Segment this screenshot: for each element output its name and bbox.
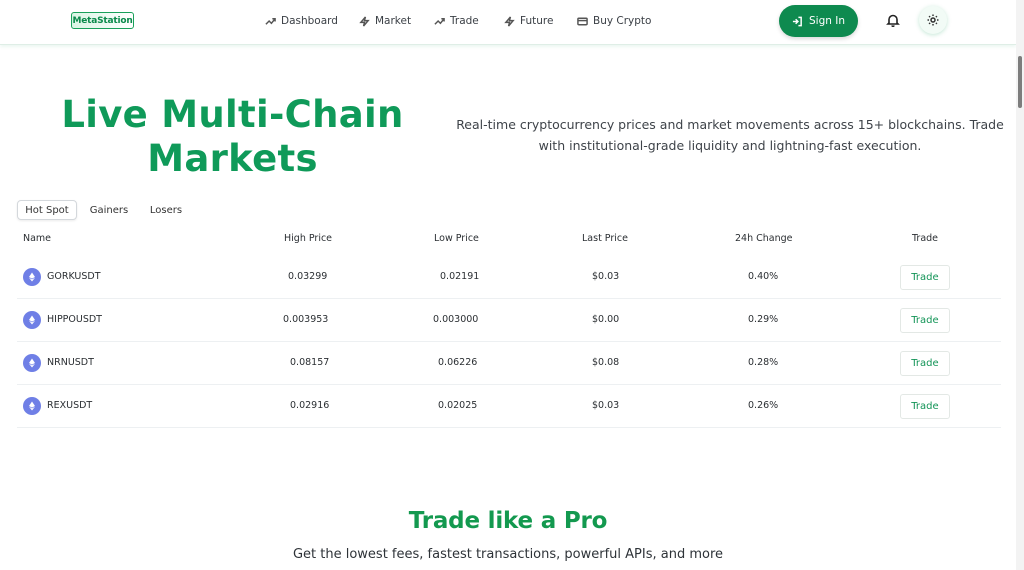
trade-button[interactable]: Trade: [900, 351, 950, 376]
hero-description: Real-time cryptocurrency prices and mark…: [456, 117, 1004, 153]
pair-name: REXUSDT: [47, 400, 93, 411]
top-navbar: MetaStation Dashboard Market Trade Futur…: [0, 0, 1016, 45]
ethereum-icon: [23, 397, 41, 415]
change-24h: 0.26%: [748, 400, 779, 411]
trade-button[interactable]: Trade: [900, 394, 950, 419]
pair-name: GORKUSDT: [47, 271, 101, 282]
nav-dashboard-label: Dashboard: [281, 15, 338, 27]
header-name: Name: [23, 233, 52, 244]
low-price: 0.02191: [440, 271, 480, 282]
theme-toggle-button[interactable]: [919, 6, 947, 34]
ethereum-icon: [23, 268, 41, 286]
low-price: 0.06226: [438, 357, 478, 368]
hero-title-line2: Markets: [147, 137, 318, 180]
header-high-price: High Price: [284, 233, 333, 244]
metastation-logo[interactable]: MetaStation: [71, 12, 134, 29]
login-icon: [792, 16, 802, 26]
sun-icon: [927, 14, 939, 26]
pair-name: HIPPOUSDT: [47, 314, 102, 325]
high-price: 0.02916: [290, 400, 330, 411]
change-24h: 0.40%: [748, 271, 779, 282]
nav-future-label: Future: [520, 15, 554, 27]
last-price: $0.08: [592, 357, 620, 368]
tab-losers[interactable]: Losers: [143, 200, 189, 220]
nav-future[interactable]: Future: [504, 13, 553, 29]
last-price: $0.03: [592, 400, 620, 411]
last-price: $0.00: [592, 314, 620, 325]
hero-title-line1: Live Multi-Chain: [61, 93, 404, 136]
tab-gainers[interactable]: Gainers: [83, 200, 135, 220]
low-price: 0.003000: [433, 314, 479, 325]
nav-trade-label: Trade: [450, 15, 479, 27]
table-row[interactable]: REXUSDT 0.02916 0.02025 $0.03 0.26% Trad…: [17, 385, 1001, 428]
last-price: $0.03: [592, 271, 620, 282]
notifications-button[interactable]: [886, 12, 902, 28]
sign-in-label: Sign In: [809, 15, 845, 27]
nav-buy-crypto[interactable]: Buy Crypto: [577, 13, 651, 29]
table-row[interactable]: HIPPOUSDT 0.003953 0.003000 $0.00 0.29% …: [17, 299, 1001, 342]
high-price: 0.08157: [290, 357, 330, 368]
pro-section-title: Trade like a Pro: [408, 508, 608, 534]
change-24h: 0.29%: [748, 314, 779, 325]
page-scrollbar[interactable]: [1016, 0, 1024, 570]
nav-trade[interactable]: Trade: [434, 13, 479, 29]
trade-button[interactable]: Trade: [900, 265, 950, 290]
card-icon: [577, 17, 588, 25]
nav-dashboard[interactable]: Dashboard: [265, 13, 338, 29]
trending-up-icon: [434, 17, 445, 25]
header-last-price: Last Price: [582, 233, 628, 244]
scrollbar-thumb[interactable]: [1018, 56, 1022, 108]
sign-in-button[interactable]: Sign In: [779, 5, 858, 37]
ethereum-icon: [23, 311, 41, 329]
header-24h-change: 24h Change: [735, 233, 793, 244]
table-row[interactable]: GORKUSDT 0.03299 0.02191 $0.03 0.40% Tra…: [17, 256, 1001, 299]
nav-buy-crypto-label: Buy Crypto: [593, 15, 652, 27]
low-price: 0.02025: [438, 400, 478, 411]
bell-icon: [886, 14, 900, 28]
lightning-icon: [359, 15, 370, 27]
high-price: 0.003953: [283, 314, 329, 325]
header-low-price: Low Price: [434, 233, 479, 244]
trending-up-icon: [265, 17, 276, 25]
lightning-icon: [504, 15, 515, 27]
pro-section-subtitle: Get the lowest fees, fastest transaction…: [292, 547, 724, 562]
nav-market-label: Market: [375, 15, 412, 27]
ethereum-icon: [23, 354, 41, 372]
header-trade: Trade: [912, 233, 939, 244]
table-row[interactable]: NRNUSDT 0.08157 0.06226 $0.08 0.28% Trad…: [17, 342, 1001, 385]
nav-market[interactable]: Market: [359, 13, 411, 29]
hero-title: Live Multi-Chain Markets: [40, 93, 425, 181]
tab-hot-spot[interactable]: Hot Spot: [17, 200, 77, 220]
change-24h: 0.28%: [748, 357, 779, 368]
pair-name: NRNUSDT: [47, 357, 94, 368]
high-price: 0.03299: [288, 271, 328, 282]
trade-button[interactable]: Trade: [900, 308, 950, 333]
